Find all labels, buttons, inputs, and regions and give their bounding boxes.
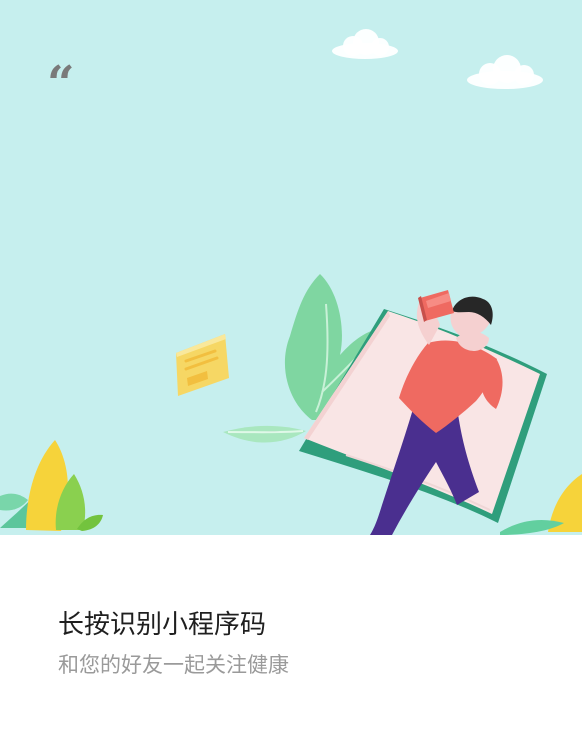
hero-illustration: “ [0,0,582,535]
quote-mark-icon: “ [47,56,75,112]
leaf-icon [223,425,306,443]
subtitle-text: 和您的好友一起关注健康 [58,653,289,677]
leaf-icon [0,440,103,531]
footer-panel: 长按识别小程序码 和您的好友一起关注健康 [0,535,582,754]
cloud-icon [467,55,543,89]
hero-scene [0,29,582,535]
note-card-icon [176,334,229,396]
share-card: “ 长按识别小程序码 和您的好友一起关注健康 [0,0,582,754]
leaf-icon [500,474,582,535]
cloud-icon [332,29,398,59]
title-text: 长按识别小程序码 [58,610,267,640]
